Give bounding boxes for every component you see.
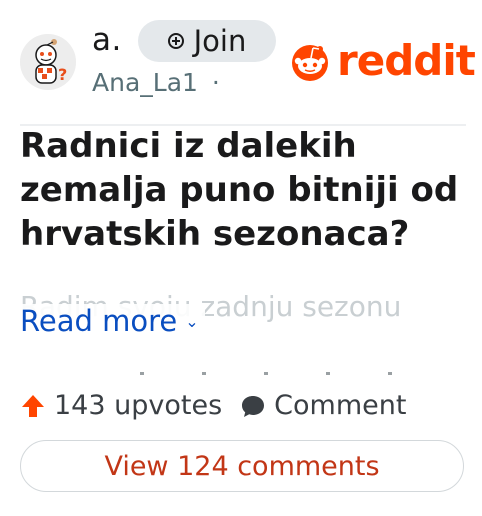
join-button-label: Join: [193, 24, 247, 58]
author-username[interactable]: Ana_La1: [92, 68, 198, 97]
subreddit-avatar[interactable]: ?: [20, 34, 76, 90]
author-row: Ana_La1 ·: [92, 68, 220, 97]
plus-circle-icon: [167, 33, 184, 49]
upvote-count: 143 upvotes: [54, 390, 223, 421]
view-comments-label: View 124 comments: [104, 450, 380, 482]
comment-button[interactable]: Comment: [240, 390, 406, 421]
join-button[interactable]: Join: [138, 20, 276, 62]
reddit-logo: reddit: [289, 36, 476, 85]
faded-content-edge: [140, 372, 400, 375]
upvote-button[interactable]: 143 upvotes: [20, 390, 222, 421]
subreddit-name[interactable]: a.: [92, 22, 122, 58]
post-actions: 143 upvotes Comment: [20, 390, 424, 421]
svg-text:?: ?: [58, 65, 67, 84]
snoo-avatar-icon: ?: [20, 34, 76, 90]
read-more-link[interactable]: Read more ⌄: [20, 304, 205, 338]
comment-label: Comment: [274, 390, 407, 421]
snoo-logo-icon: [292, 45, 328, 81]
reddit-wordmark: reddit: [337, 36, 476, 85]
meta-separator: ·: [211, 68, 220, 97]
comment-bubble-icon: [242, 395, 265, 417]
read-more-label: Read more: [20, 304, 178, 338]
chevron-down-icon: ⌄: [185, 311, 199, 331]
view-comments-button[interactable]: View 124 comments: [20, 440, 464, 492]
post-title[interactable]: Radnici iz dalekih zemalja puno bitniji …: [20, 124, 460, 256]
upvote-arrow-icon: [22, 394, 44, 417]
